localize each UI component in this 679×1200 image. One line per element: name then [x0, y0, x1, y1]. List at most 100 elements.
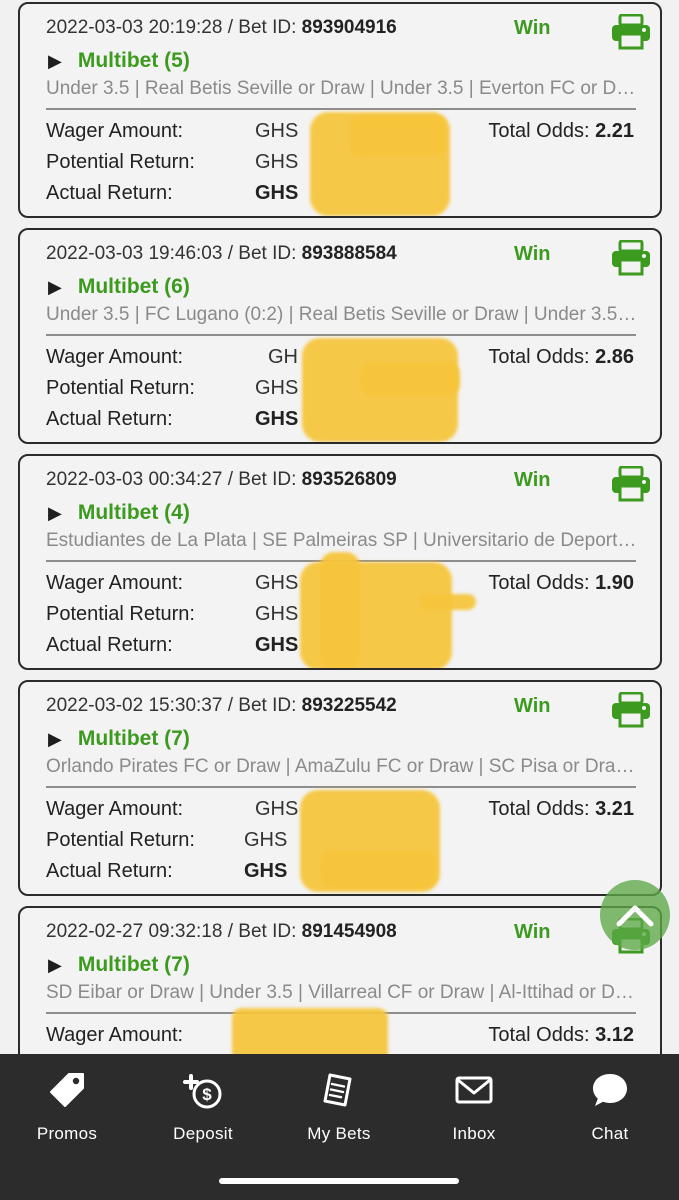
expand-triangle-icon[interactable]: ▶ — [48, 277, 62, 298]
wager-amount-label: Wager Amount: — [46, 798, 184, 820]
wager-amount-label: Wager Amount: — [46, 120, 184, 142]
wager-amount-label: Wager Amount: — [46, 572, 184, 594]
tab-label: Inbox — [452, 1124, 496, 1143]
tab-label: Promos — [36, 1124, 98, 1143]
bottom-tab-bar: Promos $ Deposit My Bets Inbox Chat — [0, 1054, 679, 1200]
printer-icon[interactable] — [610, 692, 652, 728]
chat-bubble-icon — [593, 1074, 627, 1106]
potential-return-label: Potential Return: — [46, 603, 195, 625]
redaction-mark — [360, 362, 460, 396]
bet-meta: 2022-03-03 19:46:03 / Bet ID: 893888584 — [46, 243, 397, 264]
bet-selections: Under 3.5 | Real Betis Seville or Draw |… — [46, 78, 638, 99]
bet-selections: Orlando Pirates FC or Draw | AmaZulu FC … — [46, 756, 638, 777]
bet-selections: Estudiantes de La Plata | SE Palmeiras S… — [46, 530, 638, 551]
bet-title: Multibet (7) — [77, 953, 190, 976]
total-odds: Total Odds: 1.90 — [488, 572, 634, 594]
bet-meta: 2022-03-03 20:19:28 / Bet ID: 893904916 — [46, 17, 397, 38]
expand-triangle-icon[interactable]: ▶ — [48, 503, 62, 524]
bet-id: 893904916 — [301, 17, 397, 38]
expand-triangle-icon[interactable]: ▶ — [48, 729, 62, 750]
status-badge: Win — [514, 243, 551, 265]
tag-icon — [50, 1073, 84, 1107]
tab-my-bets[interactable]: My Bets — [279, 1068, 399, 1168]
chevron-up-icon — [616, 905, 654, 927]
wager-currency: GHS — [255, 120, 299, 142]
wager-amount-label: Wager Amount: — [46, 346, 184, 368]
bet-meta: 2022-02-27 09:32:18 / Bet ID: 891454908 — [46, 921, 397, 942]
printer-icon[interactable] — [610, 240, 652, 276]
actual-return-label: Actual Return: — [46, 182, 173, 204]
bet-title-row[interactable]: ▶ Multibet (7) — [48, 724, 190, 754]
total-odds: Total Odds: 3.21 — [488, 798, 634, 820]
status-badge: Win — [514, 921, 551, 943]
actual-currency: GHS — [255, 408, 299, 430]
deposit-icon: $ — [183, 1074, 222, 1109]
potential-currency: GHS — [255, 151, 299, 173]
redaction-mark — [420, 594, 476, 610]
svg-text:$: $ — [202, 1085, 212, 1104]
tab-promos[interactable]: Promos — [7, 1068, 127, 1168]
total-odds: Total Odds: 2.21 — [488, 120, 634, 142]
total-odds: Total Odds: 2.86 — [488, 346, 634, 368]
divider — [46, 786, 636, 788]
tab-chat[interactable]: Chat — [550, 1068, 670, 1168]
actual-return-label: Actual Return: — [46, 408, 173, 430]
divider — [46, 334, 636, 336]
potential-return-label: Potential Return: — [46, 377, 195, 399]
potential-return-label: Potential Return: — [46, 829, 195, 851]
potential-currency: GHS — [244, 829, 288, 851]
tab-label: My Bets — [307, 1124, 371, 1143]
actual-currency: GHS — [244, 860, 288, 882]
tab-deposit[interactable]: $ Deposit — [143, 1068, 263, 1168]
divider — [46, 108, 636, 110]
potential-currency: GHS — [255, 377, 299, 399]
potential-currency: GHS — [255, 603, 299, 625]
expand-triangle-icon[interactable]: ▶ — [48, 955, 62, 976]
status-badge: Win — [514, 695, 551, 717]
bet-title: Multibet (7) — [77, 727, 190, 750]
bet-id: 893526809 — [301, 469, 397, 490]
bet-title-row[interactable]: ▶ Multibet (7) — [48, 950, 190, 980]
wager-currency: GH — [268, 346, 298, 368]
wager-currency: GHS — [255, 798, 299, 820]
actual-currency: GHS — [255, 182, 299, 204]
printer-icon[interactable] — [610, 466, 652, 502]
actual-return-label: Actual Return: — [46, 634, 173, 656]
status-badge: Win — [514, 17, 551, 39]
total-odds: Total Odds: 3.12 — [488, 1024, 634, 1046]
bet-id: 893225542 — [301, 695, 397, 716]
bet-card[interactable]: 2022-03-03 20:19:28 / Bet ID: 893904916 … — [18, 2, 662, 218]
tab-label: Chat — [591, 1124, 629, 1143]
status-badge: Win — [514, 469, 551, 491]
envelope-icon — [455, 1076, 493, 1104]
bet-title-row[interactable]: ▶ Multibet (4) — [48, 498, 190, 528]
bet-title: Multibet (6) — [77, 275, 190, 298]
potential-return-label: Potential Return: — [46, 151, 195, 173]
printer-icon[interactable] — [610, 14, 652, 50]
tab-inbox[interactable]: Inbox — [414, 1068, 534, 1168]
tab-label: Deposit — [173, 1124, 233, 1143]
bet-id: 891454908 — [301, 921, 397, 942]
bet-selections: SD Eibar or Draw | Under 3.5 | Villarrea… — [46, 982, 638, 1003]
redaction-mark — [320, 552, 360, 668]
redaction-mark — [320, 850, 436, 888]
bet-id: 893888584 — [301, 243, 397, 264]
wager-currency: GHS — [255, 572, 299, 594]
home-indicator — [219, 1178, 459, 1184]
bet-card[interactable]: 2022-02-27 09:32:18 / Bet ID: 891454908 … — [18, 906, 662, 1076]
bet-title: Multibet (5) — [77, 49, 190, 72]
bet-meta: 2022-03-03 00:34:27 / Bet ID: 893526809 — [46, 469, 397, 490]
bet-card[interactable]: 2022-03-02 15:30:37 / Bet ID: 893225542 … — [18, 680, 662, 896]
actual-currency: GHS — [255, 634, 299, 656]
bet-card[interactable]: 2022-03-03 19:46:03 / Bet ID: 893888584 … — [18, 228, 662, 444]
bet-card[interactable]: 2022-03-03 00:34:27 / Bet ID: 893526809 … — [18, 454, 662, 670]
expand-triangle-icon[interactable]: ▶ — [48, 51, 62, 72]
receipt-icon — [323, 1073, 352, 1107]
bet-title-row[interactable]: ▶ Multibet (6) — [48, 272, 190, 302]
redaction-mark — [350, 116, 446, 156]
bet-meta: 2022-03-02 15:30:37 / Bet ID: 893225542 — [46, 695, 397, 716]
bet-title: Multibet (4) — [77, 501, 190, 524]
bet-title-row[interactable]: ▶ Multibet (5) — [48, 46, 190, 76]
wager-amount-label: Wager Amount: — [46, 1024, 184, 1046]
scroll-to-top-button[interactable] — [600, 880, 670, 950]
